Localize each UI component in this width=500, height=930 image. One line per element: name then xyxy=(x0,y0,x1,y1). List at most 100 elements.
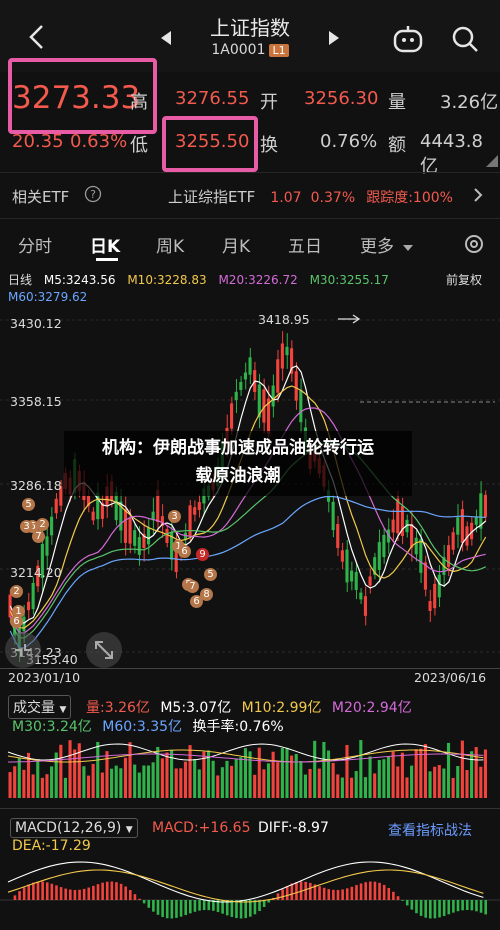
macd-bar xyxy=(424,900,427,918)
volume-bar xyxy=(17,758,21,798)
macd-selector[interactable]: MACD(12,26,9) ▼ xyxy=(10,818,138,838)
tab-more[interactable]: 更多 xyxy=(360,232,394,257)
signal-digit[interactable]: 7 xyxy=(32,530,45,543)
macd-bar xyxy=(189,900,192,914)
tab-weekly-k[interactable]: 周K xyxy=(156,232,184,257)
macd-bar xyxy=(285,885,289,900)
volume-bar xyxy=(386,756,391,798)
macd-bar xyxy=(369,881,372,900)
candle-body xyxy=(26,601,31,611)
tab-five-day[interactable]: 五日 xyxy=(288,232,322,257)
etf-chevron-icon[interactable] xyxy=(470,186,486,204)
macd-bar xyxy=(433,900,437,919)
signal-digit[interactable]: 3 xyxy=(20,520,33,533)
tab-daily-k[interactable]: 日K xyxy=(90,232,120,257)
macd-chart[interactable] xyxy=(0,852,500,926)
volume-bar xyxy=(294,754,298,798)
last-price: 3273.33 xyxy=(12,80,141,116)
macd-bar xyxy=(244,900,247,919)
settings-icon[interactable] xyxy=(462,232,486,256)
macd-bar xyxy=(87,887,91,900)
adjust-mode[interactable]: 前复权 xyxy=(446,271,482,288)
macd-bar xyxy=(27,884,31,900)
indicator-strategy-link[interactable]: 查看指标战法 xyxy=(388,820,472,840)
signal-digit[interactable]: 3 xyxy=(168,510,181,523)
zoom-out-button[interactable] xyxy=(5,632,41,668)
signal-digit[interactable]: 5 xyxy=(204,568,217,581)
volume-bar xyxy=(285,747,289,798)
volume-bar xyxy=(483,749,487,798)
candle-body xyxy=(188,505,192,537)
tab-intraday[interactable]: 分时 xyxy=(18,232,52,257)
signal-digit[interactable]: 2 xyxy=(10,585,23,598)
help-icon[interactable]: ? xyxy=(84,185,102,203)
signal-digit[interactable]: 7 xyxy=(186,580,199,593)
next-stock-icon[interactable] xyxy=(326,28,342,48)
volume-bar xyxy=(276,762,280,798)
macd-bar xyxy=(470,900,474,911)
macd-bar xyxy=(96,884,100,900)
vol-m10: M10:2.99亿 xyxy=(241,700,322,716)
signal-digit[interactable]: 6 xyxy=(178,545,191,558)
signal-digit[interactable]: 9 xyxy=(196,548,209,561)
news-banner[interactable]: 机构：伊朗战事加速成品油轮转行运 载原油浪潮 xyxy=(64,431,412,496)
tab-monthly-k[interactable]: 月K xyxy=(222,232,250,257)
macd-bar xyxy=(202,900,206,911)
low-label: 低 xyxy=(130,135,148,156)
volume-bar xyxy=(368,756,372,798)
related-etf-label: 相关ETF xyxy=(12,188,70,206)
macd-bar xyxy=(50,883,54,900)
etf-item[interactable]: 上证综指ETF 1.07 0.37% 跟踪度:100% xyxy=(168,186,498,208)
volume-bar xyxy=(119,768,123,798)
volume-bar xyxy=(234,759,238,798)
expand-icon[interactable] xyxy=(484,152,498,167)
macd-bar xyxy=(170,900,174,919)
macd-bar xyxy=(110,881,114,900)
volume-bar xyxy=(280,747,284,798)
volume-bar xyxy=(151,762,155,798)
volume-bar xyxy=(31,774,35,798)
volume-bar xyxy=(400,752,404,798)
candle-body xyxy=(456,517,460,535)
volume-bar xyxy=(146,765,151,798)
macd-bar xyxy=(152,900,155,912)
volume-bar xyxy=(373,773,377,798)
candle-body xyxy=(45,536,49,556)
robot-icon[interactable] xyxy=(392,24,424,54)
signal-digit[interactable]: 2 xyxy=(36,518,49,531)
candle-body xyxy=(382,534,386,558)
signal-digit[interactable]: 5 xyxy=(22,498,35,511)
macd-bar xyxy=(165,900,169,919)
volume-chart[interactable] xyxy=(0,738,500,798)
macd-bar xyxy=(55,885,58,900)
search-icon[interactable] xyxy=(450,24,480,54)
macd-bar xyxy=(235,900,238,919)
y-label-3: 3286.18 xyxy=(10,478,62,493)
macd-bar xyxy=(392,891,395,900)
page-title: 上证指数 xyxy=(210,16,290,40)
volume-bar xyxy=(354,771,358,798)
macd-bar xyxy=(447,900,451,915)
svg-text:?: ? xyxy=(90,188,96,201)
macd-svg xyxy=(0,861,500,919)
volume-bar xyxy=(96,741,100,798)
zoom-in-button[interactable] xyxy=(86,632,122,668)
signal-digit[interactable]: 6 xyxy=(10,615,23,628)
macd-bar xyxy=(465,900,469,911)
volume-selector-caret-icon: ▼ xyxy=(59,705,67,715)
macd-bar xyxy=(184,900,187,916)
macd-bar xyxy=(304,881,307,900)
ma60-value: M60:3279.62 xyxy=(8,290,88,304)
more-dropdown-icon[interactable] xyxy=(402,238,414,251)
open-value: 3256.30 xyxy=(304,88,379,109)
volume-bar xyxy=(317,768,321,798)
volume-bar xyxy=(363,777,367,798)
signal-digit[interactable]: 8 xyxy=(200,588,213,601)
candle-body xyxy=(299,389,303,423)
volume-bar xyxy=(183,761,187,798)
candle-body xyxy=(280,343,284,369)
volume-bar xyxy=(340,777,344,798)
date-end: 2023/06/16 xyxy=(414,670,487,685)
volume-bar xyxy=(437,765,441,798)
macd-bar xyxy=(193,900,197,912)
